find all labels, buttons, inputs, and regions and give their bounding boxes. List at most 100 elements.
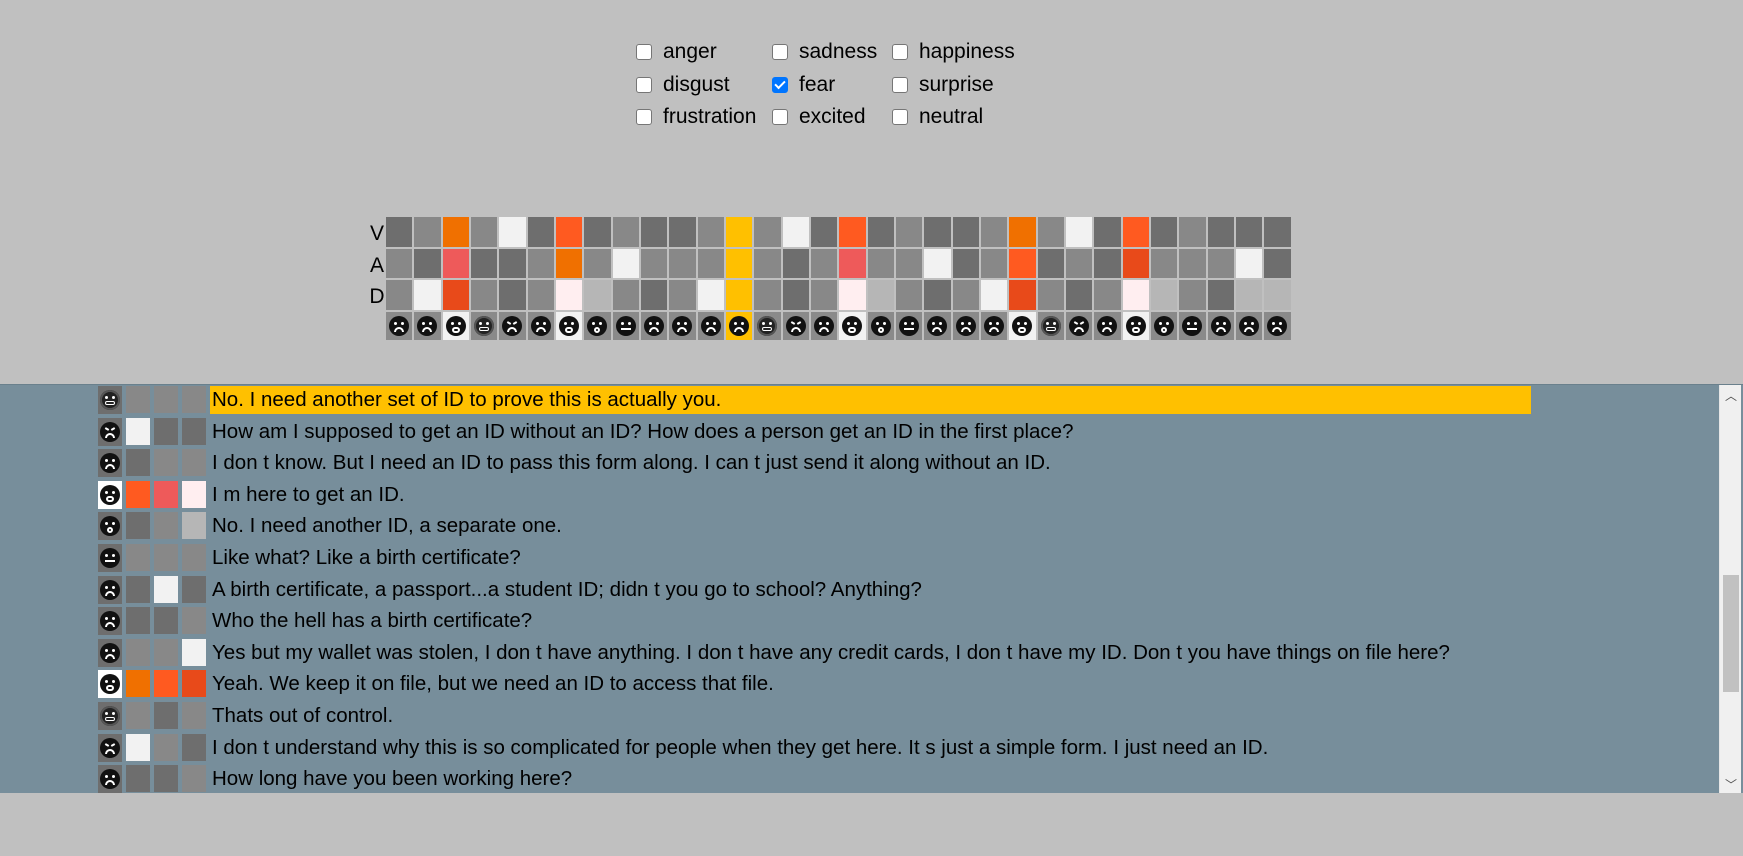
vad-column[interactable] — [1235, 217, 1265, 340]
vad-column[interactable] — [414, 217, 443, 340]
vad-column[interactable] — [1065, 217, 1095, 340]
vad-cell-v — [386, 217, 415, 249]
filter-anger[interactable]: anger — [636, 36, 772, 69]
transcript-row[interactable]: Like what? Like a birth certificate? — [98, 544, 521, 572]
fear-face-icon — [842, 315, 863, 336]
vad-face-cell — [1207, 311, 1236, 340]
vad-column[interactable] — [1179, 217, 1208, 340]
anger-face-icon — [100, 737, 120, 758]
row-vad-a — [154, 765, 178, 793]
checkbox-disgust[interactable] — [636, 76, 652, 93]
filter-fear[interactable]: fear — [772, 69, 892, 102]
transcript-row[interactable]: Yeah. We keep it on file, but we need an… — [98, 670, 774, 699]
vad-column[interactable] — [867, 217, 896, 340]
transcript-row[interactable]: How am I supposed to get an ID without a… — [98, 417, 1074, 446]
sadness-face-icon — [1267, 315, 1288, 336]
filter-frustration[interactable]: frustration — [636, 101, 772, 134]
vad-cell-v — [640, 217, 670, 249]
checkbox-surprise[interactable] — [892, 76, 908, 93]
vad-column[interactable] — [697, 217, 726, 340]
checkbox-neutral[interactable] — [892, 109, 908, 126]
vad-column[interactable] — [895, 217, 925, 340]
transcript-row[interactable]: No. I need another set of ID to prove th… — [98, 386, 1531, 414]
vad-cell-v — [669, 217, 698, 249]
neutral-face-icon — [100, 706, 120, 726]
vad-face-cell — [612, 311, 641, 340]
scrollbar[interactable]: ︿ ﹀ — [1719, 385, 1741, 793]
vad-column[interactable] — [952, 217, 981, 340]
checkbox-frustration[interactable] — [636, 109, 652, 126]
vad-column[interactable] — [386, 217, 415, 340]
vad-column[interactable] — [499, 217, 528, 340]
checkbox-happiness[interactable] — [892, 44, 908, 61]
checkbox-fear[interactable] — [772, 76, 788, 93]
row-vad-d — [182, 544, 206, 571]
checkbox-anger[interactable] — [636, 44, 652, 61]
transcript-row[interactable]: Yes but my wallet was stolen, I don t ha… — [98, 638, 1450, 667]
vad-column[interactable] — [980, 217, 1010, 340]
transcript-row[interactable]: No. I need another ID, a separate one. — [98, 512, 562, 541]
vad-column[interactable] — [839, 217, 868, 340]
checkbox-sadness[interactable] — [772, 44, 788, 61]
transcript-list[interactable]: No. I need another set of ID to prove th… — [0, 384, 1743, 793]
transcript-row[interactable]: I don t understand why this is so compli… — [98, 733, 1268, 762]
vad-cell-d — [1264, 280, 1293, 312]
vad-column[interactable] — [1150, 217, 1180, 340]
transcript-row[interactable]: I m here to get an ID. — [98, 480, 405, 509]
vad-column[interactable] — [924, 217, 953, 340]
scroll-down-icon[interactable]: ﹀ — [1720, 774, 1742, 793]
filter-excited[interactable]: excited — [772, 101, 892, 134]
vad-column[interactable] — [669, 217, 698, 340]
vad-cell-v — [414, 217, 443, 249]
checkbox-excited[interactable] — [772, 109, 788, 126]
filter-happiness[interactable]: happiness — [892, 36, 1042, 69]
vad-face-cell — [782, 311, 811, 340]
vad-column[interactable] — [754, 217, 783, 340]
surprise-face-icon — [870, 315, 891, 336]
scroll-up-icon[interactable]: ︿ — [1720, 385, 1742, 405]
vad-column[interactable] — [584, 217, 613, 340]
vad-cell-d — [867, 280, 896, 312]
vad-column[interactable] — [782, 217, 811, 340]
utterance-text: Thats out of control. — [212, 704, 394, 727]
transcript-row[interactable]: Who the hell has a birth certificate? — [98, 607, 532, 636]
filter-label: excited — [799, 105, 866, 129]
vad-column[interactable] — [640, 217, 670, 340]
vad-column[interactable] — [1207, 217, 1236, 340]
vad-column[interactable] — [810, 217, 840, 340]
vad-cell-d — [470, 280, 500, 312]
row-vad-a — [154, 512, 178, 540]
vad-cell-a — [697, 248, 726, 280]
scroll-thumb[interactable] — [1723, 575, 1739, 692]
vad-column[interactable] — [1122, 217, 1151, 340]
vad-column[interactable] — [527, 217, 556, 340]
row-emotion-cell — [98, 575, 122, 604]
vad-cell-a — [442, 248, 471, 280]
vad-cell-a — [839, 248, 868, 280]
filter-sadness[interactable]: sadness — [772, 36, 892, 69]
vad-column[interactable] — [470, 217, 500, 340]
vad-cell-a — [1235, 248, 1265, 280]
row-emotion-cell — [98, 702, 122, 730]
vad-column[interactable] — [1094, 217, 1123, 340]
vad-column[interactable] — [725, 217, 755, 340]
vad-column[interactable] — [442, 217, 471, 340]
vad-column[interactable] — [1264, 217, 1293, 340]
transcript-row[interactable]: A birth certificate, a passport...a stud… — [98, 575, 922, 604]
row-vad-d — [182, 702, 206, 729]
filter-surprise[interactable]: surprise — [892, 69, 1042, 102]
vad-cell-d — [414, 280, 443, 312]
vad-column[interactable] — [612, 217, 641, 340]
utterance-text: How am I supposed to get an ID without a… — [212, 419, 1074, 443]
transcript-row[interactable]: I don t know. But I need an ID to pass t… — [98, 449, 1051, 478]
filter-neutral[interactable]: neutral — [892, 101, 1042, 134]
sadness-face-icon — [100, 579, 120, 600]
transcript-row[interactable]: How long have you been working here? — [98, 765, 572, 793]
vad-cell-v — [555, 217, 585, 249]
vad-column[interactable] — [555, 217, 585, 340]
vad-column[interactable] — [1009, 217, 1038, 340]
vad-cell-d — [555, 280, 585, 312]
transcript-row[interactable]: Thats out of control. — [98, 702, 393, 730]
vad-column[interactable] — [1037, 217, 1066, 340]
filter-disgust[interactable]: disgust — [636, 69, 772, 102]
